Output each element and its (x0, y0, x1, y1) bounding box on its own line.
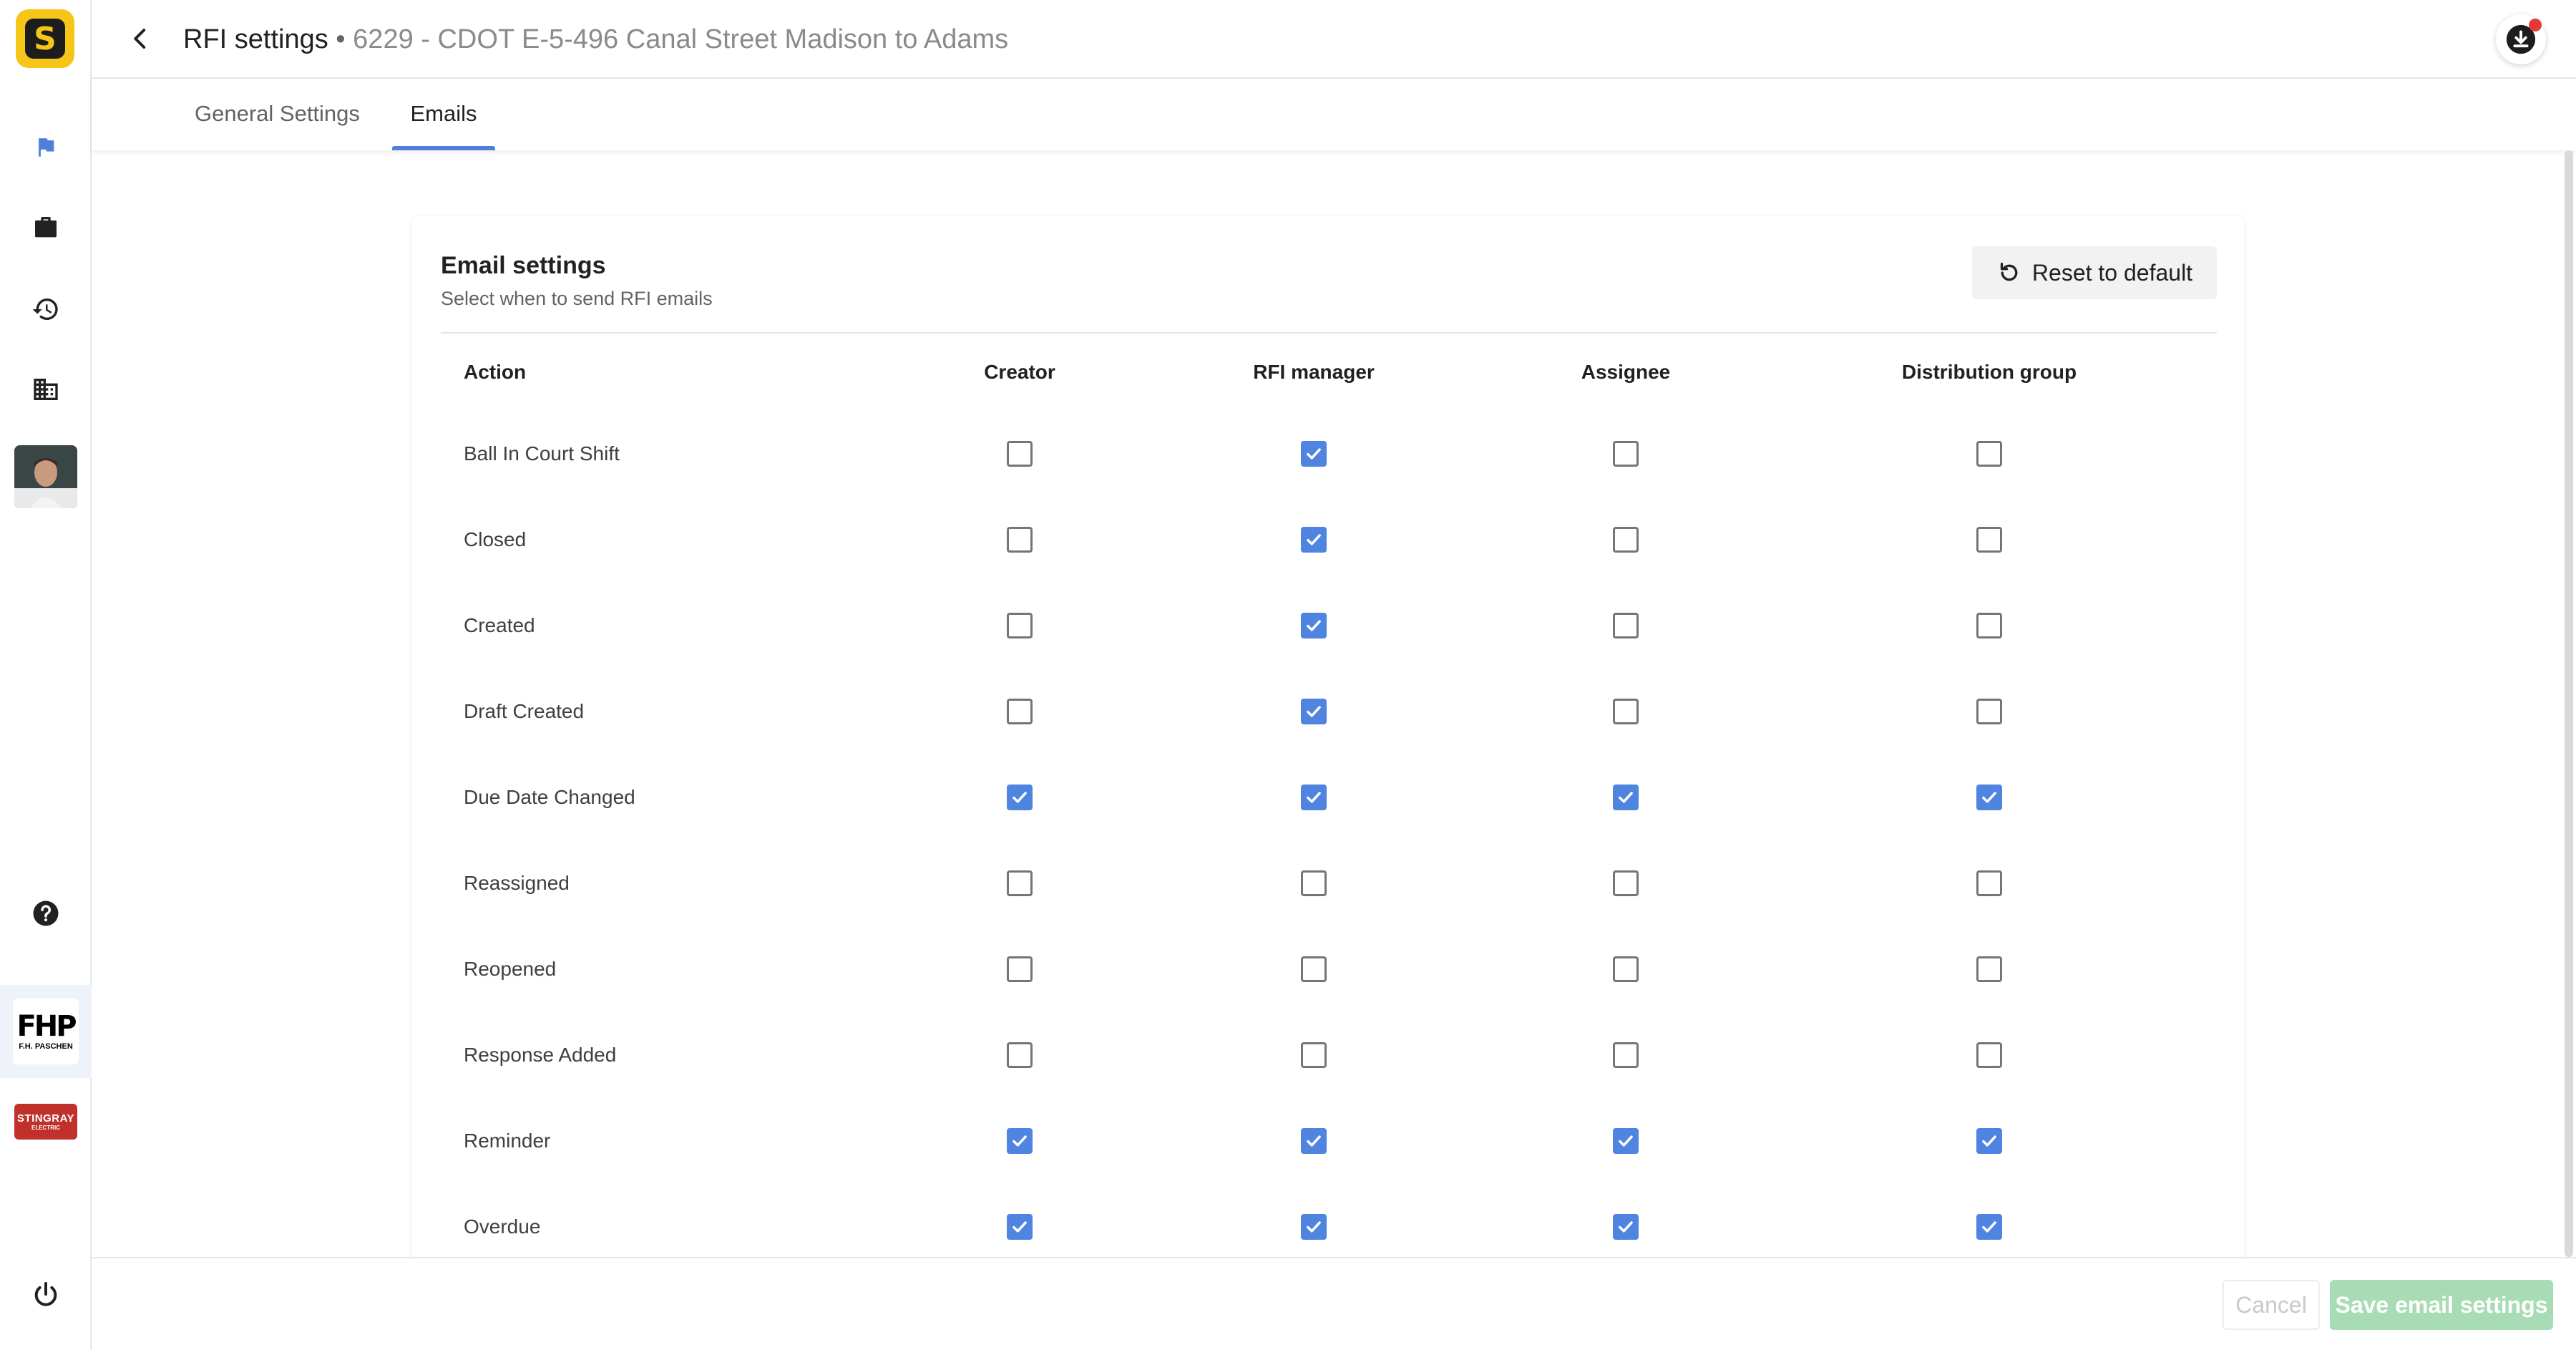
notification-dot (2529, 19, 2542, 31)
checkbox-assignee[interactable] (1613, 1214, 1639, 1240)
checkbox-rfi-manager[interactable] (1301, 1214, 1327, 1240)
checkbox-rfi-manager[interactable] (1301, 527, 1327, 553)
checkbox-assignee[interactable] (1613, 527, 1639, 553)
column-header-rfi-manager: RFI manager (1253, 361, 1375, 383)
checkbox-rfi-manager[interactable] (1301, 956, 1327, 982)
checkbox-distribution-group[interactable] (1976, 613, 2002, 638)
download-button[interactable] (2496, 14, 2546, 64)
checkbox-rfi-manager[interactable] (1301, 1042, 1327, 1068)
tab-emails[interactable]: Emails (392, 79, 495, 150)
page-title-text: RFI settings (183, 24, 328, 54)
checkbox-creator[interactable] (1007, 956, 1033, 982)
title-separator: • (336, 24, 346, 54)
row-action-label: Response Added (464, 1044, 617, 1066)
checkbox-creator[interactable] (1007, 785, 1033, 810)
divider (441, 332, 2217, 334)
avatar[interactable] (14, 445, 77, 508)
row-action-label: Reminder (464, 1130, 551, 1152)
checkbox-distribution-group[interactable] (1976, 1042, 2002, 1068)
checkbox-assignee[interactable] (1613, 1128, 1639, 1154)
checkbox-distribution-group[interactable] (1976, 1128, 2002, 1154)
checkbox-creator[interactable] (1007, 1214, 1033, 1240)
app-logo-letter: S (25, 19, 65, 59)
chevron-left-icon (134, 29, 146, 49)
checkbox-distribution-group[interactable] (1976, 527, 2002, 553)
row-action-label: Reassigned (464, 872, 570, 894)
checkbox-creator[interactable] (1007, 441, 1033, 467)
column-header-action: Action (464, 361, 527, 383)
checkbox-distribution-group[interactable] (1976, 441, 2002, 467)
column-header-creator: Creator (984, 361, 1055, 383)
row-action-label: Due Date Changed (464, 786, 635, 808)
scrollbar[interactable] (2565, 150, 2573, 1257)
checkbox-rfi-manager[interactable] (1301, 1128, 1327, 1154)
checkbox-rfi-manager[interactable] (1301, 441, 1327, 467)
checkbox-creator[interactable] (1007, 1128, 1033, 1154)
checkbox-assignee[interactable] (1613, 785, 1639, 810)
checkbox-distribution-group[interactable] (1976, 956, 2002, 982)
building-icon[interactable] (27, 371, 64, 408)
checkbox-distribution-group[interactable] (1976, 785, 2002, 810)
row-action-label: Reopened (464, 958, 557, 980)
checkbox-assignee[interactable] (1613, 870, 1639, 896)
help-icon[interactable] (27, 895, 64, 932)
cancel-button[interactable]: Cancel (2223, 1280, 2320, 1330)
checkbox-assignee[interactable] (1613, 1042, 1639, 1068)
save-email-settings-button[interactable]: Save email settings (2330, 1280, 2553, 1330)
column-header-assignee: Assignee (1581, 361, 1671, 383)
checkbox-creator[interactable] (1007, 870, 1033, 896)
page-title: RFI settings • 6229 - CDOT E-5-496 Canal… (183, 21, 1008, 57)
row-action-label: Draft Created (464, 700, 585, 722)
checkbox-creator[interactable] (1007, 527, 1033, 553)
checkbox-rfi-manager[interactable] (1301, 613, 1327, 638)
sidebar: S FHP F.H. PASCHEN STINGRAY ELECTRIC (0, 0, 92, 1350)
checkbox-assignee[interactable] (1613, 699, 1639, 724)
checkbox-distribution-group[interactable] (1976, 699, 2002, 724)
checkbox-rfi-manager[interactable] (1301, 870, 1327, 896)
checkbox-assignee[interactable] (1613, 441, 1639, 467)
row-action-label: Overdue (464, 1215, 541, 1238)
checkbox-creator[interactable] (1007, 699, 1033, 724)
checkbox-assignee[interactable] (1613, 956, 1639, 982)
flag-icon[interactable] (27, 129, 64, 166)
card-subtitle: Select when to send RFI emails (441, 288, 713, 309)
reset-label: Reset to default (2031, 259, 2193, 286)
active-tab-indicator (392, 146, 495, 150)
page-header: RFI settings • 6229 - CDOT E-5-496 Canal… (92, 0, 2576, 79)
company-fh-paschen[interactable]: FHP F.H. PASCHEN (0, 985, 92, 1078)
power-icon[interactable] (27, 1276, 64, 1313)
fh-paschen-logo: FHP F.H. PASCHEN (13, 999, 79, 1064)
tab-emails-label: Emails (410, 101, 477, 126)
row-action-label: Closed (464, 528, 527, 550)
reset-icon (2000, 263, 2018, 281)
checkbox-rfi-manager[interactable] (1301, 785, 1327, 810)
checkbox-distribution-group[interactable] (1976, 1214, 2002, 1240)
checkbox-rfi-manager[interactable] (1301, 699, 1327, 724)
project-name: 6229 - CDOT E-5-496 Canal Street Madison… (353, 24, 1009, 54)
checkbox-creator[interactable] (1007, 613, 1033, 638)
app-logo[interactable]: S (16, 9, 74, 68)
reset-to-default-button[interactable]: Reset to default (1972, 246, 2217, 299)
back-button[interactable] (122, 20, 159, 57)
settings-tabs: General Settings Emails (92, 79, 2576, 150)
checkbox-assignee[interactable] (1613, 613, 1639, 638)
row-action-label: Created (464, 614, 535, 636)
checkbox-creator[interactable] (1007, 1042, 1033, 1068)
footer-bar (92, 1257, 2576, 1350)
column-header-distribution-group: Distribution group (1901, 361, 2077, 383)
briefcase-icon[interactable] (27, 209, 64, 246)
tab-general-settings[interactable]: General Settings (195, 79, 360, 149)
history-icon[interactable] (27, 291, 64, 328)
card-title: Email settings (441, 252, 606, 279)
company-stingray[interactable]: STINGRAY ELECTRIC (14, 1104, 77, 1140)
row-action-label: Ball In Court Shift (464, 442, 620, 465)
checkbox-distribution-group[interactable] (1976, 870, 2002, 896)
